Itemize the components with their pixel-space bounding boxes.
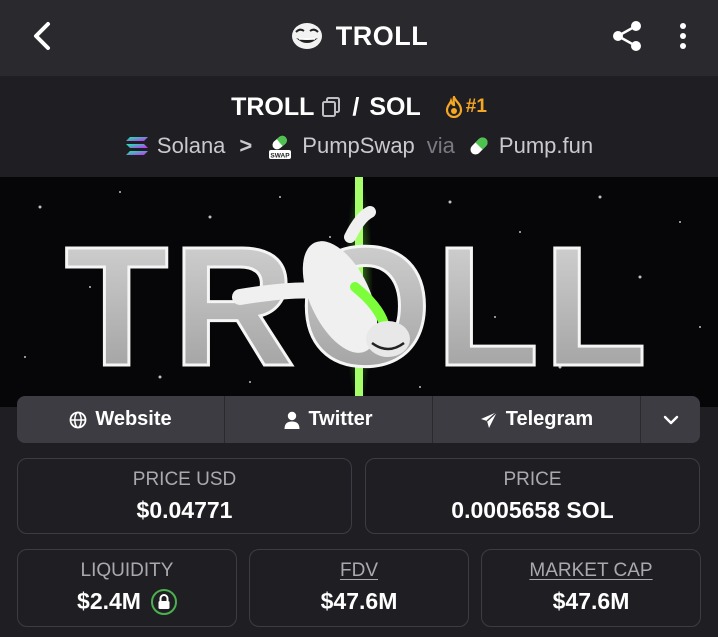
troll-face-icon xyxy=(291,23,322,49)
lock-icon xyxy=(158,593,170,609)
pill-icon xyxy=(470,137,488,155)
market-cap-value: $47.6M xyxy=(552,588,630,614)
website-label: Website xyxy=(95,408,172,430)
liquidity-value-row: $2.4M xyxy=(18,588,236,615)
breadcrumb-separator: > xyxy=(239,133,253,158)
token-banner-image: TROLL xyxy=(0,177,718,407)
price-native-label: PRICE xyxy=(503,469,562,490)
banner-art: TROLL xyxy=(0,177,718,407)
price-native-card: PRICE 0.0005658 SOL xyxy=(365,458,700,534)
launchpad-link-pumpfun[interactable]: Pump.fun xyxy=(467,133,593,159)
trending-rank-badge[interactable]: #1 xyxy=(445,96,487,118)
dex-badge-text: SWAP xyxy=(271,153,291,160)
more-options-button[interactable] xyxy=(668,18,698,54)
quote-token-symbol: SOL xyxy=(369,92,421,121)
dex-link-pumpswap[interactable]: SWAP PumpSwap xyxy=(266,132,415,160)
launchpad-name: Pump.fun xyxy=(498,133,594,158)
copy-icon[interactable] xyxy=(320,96,342,118)
price-usd-card: PRICE USD $0.04771 xyxy=(17,458,352,534)
pair-line: TROLL / SOL #1 xyxy=(0,89,718,125)
globe-icon xyxy=(69,411,87,428)
twitter-button[interactable]: Twitter xyxy=(225,396,433,443)
fdv-card[interactable]: FDV $47.6M xyxy=(249,549,469,627)
expand-links-button[interactable] xyxy=(641,396,700,443)
flame-icon xyxy=(445,96,462,118)
paper-plane-icon xyxy=(480,410,498,428)
liquidity-value: $2.4M xyxy=(77,588,141,614)
chain-link-solana[interactable]: Solana xyxy=(125,133,226,159)
telegram-label: Telegram xyxy=(505,408,594,430)
base-token-symbol: TROLL xyxy=(231,92,315,121)
market-cap-label[interactable]: MARKET CAP xyxy=(482,560,700,582)
fdv-label[interactable]: FDV xyxy=(250,560,468,582)
chain-name: Solana xyxy=(156,133,226,158)
pair-header: TROLL / SOL #1 Solana > SWAP PumpSwap vi… xyxy=(0,76,718,177)
liquidity-lock-badge[interactable] xyxy=(150,588,177,615)
price-usd-label: PRICE USD xyxy=(132,469,237,490)
chain-breadcrumb: Solana > SWAP PumpSwap via Pump.fun xyxy=(0,129,718,163)
price-native-value: 0.0005658 SOL xyxy=(451,497,614,523)
pair-slash: / xyxy=(352,92,360,121)
website-button[interactable]: Website xyxy=(17,396,225,443)
fdv-value: $47.6M xyxy=(320,588,398,614)
pumpswap-icon: SWAP xyxy=(269,135,292,160)
liquidity-card: LIQUIDITY $2.4M xyxy=(17,549,237,627)
twitter-label: Twitter xyxy=(308,408,373,430)
via-text: via xyxy=(426,133,455,158)
user-icon xyxy=(284,411,300,429)
vertical-dots-icon xyxy=(680,23,686,49)
page-title: TROLL xyxy=(335,20,429,51)
price-usd-value: $0.04771 xyxy=(136,497,233,523)
market-cap-card[interactable]: MARKET CAP $47.6M xyxy=(481,549,701,627)
share-icon xyxy=(613,21,641,51)
solana-icon xyxy=(125,137,148,155)
telegram-button[interactable]: Telegram xyxy=(433,396,641,443)
chevron-down-icon xyxy=(663,415,678,424)
social-links-bar: Website Twitter Telegram xyxy=(17,396,700,443)
share-button[interactable] xyxy=(607,18,647,54)
liquidity-label: LIQUIDITY xyxy=(80,560,174,581)
dex-name: PumpSwap xyxy=(302,133,415,158)
rank-text: #1 xyxy=(465,96,487,117)
top-app-bar: TROLL xyxy=(0,0,718,76)
